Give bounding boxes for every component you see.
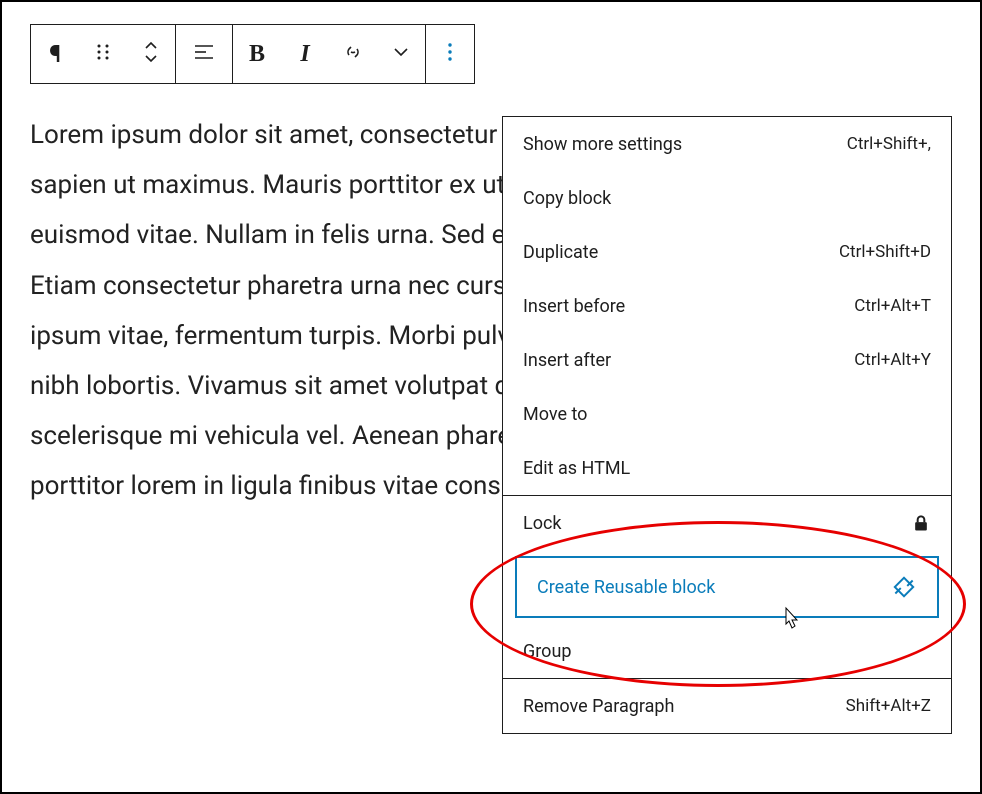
kebab-icon [438,40,462,68]
menu-label: Insert before [523,296,625,317]
bold-button[interactable]: B [233,25,281,83]
bold-icon: B [249,41,265,68]
italic-icon: I [300,41,309,68]
menu-label: Duplicate [523,242,598,263]
menu-label: Remove Paragraph [523,696,674,717]
menu-label: Move to [523,404,587,425]
menu-label: Copy block [523,188,611,209]
menu-item-remove-paragraph[interactable]: Remove Paragraph Shift+Alt+Z [503,679,951,733]
drag-handle-button[interactable] [79,25,127,83]
chevron-down-icon [389,40,413,68]
more-format-button[interactable] [377,25,425,83]
menu-section-2: Lock Create Reusable block Group [503,496,951,679]
menu-item-group[interactable]: Group [503,624,951,678]
menu-item-edit-as-html[interactable]: Edit as HTML [503,441,951,495]
menu-shortcut: Ctrl+Alt+T [854,296,931,316]
menu-item-move-to[interactable]: Move to [503,387,951,441]
menu-label: Lock [523,513,562,534]
drag-icon [91,40,115,68]
toolbar-group-options [425,24,475,84]
menu-label: Create Reusable block [537,577,715,598]
block-options-menu: Show more settings Ctrl+Shift+, Copy bloc… [502,116,952,734]
menu-item-copy-block[interactable]: Copy block [503,171,951,225]
menu-shortcut: Ctrl+Shift+, [847,134,931,154]
reusable-icon [891,574,917,600]
menu-item-insert-after[interactable]: Insert after Ctrl+Alt+Y [503,333,951,387]
editor-frame: ¶ B I Lorem ipsum dolor sit amet, consec… [0,0,982,794]
link-button[interactable] [329,25,377,83]
menu-label: Group [523,641,571,662]
lock-icon [911,513,931,533]
mover-icon [139,40,163,68]
menu-item-insert-before[interactable]: Insert before Ctrl+Alt+T [503,279,951,333]
block-toolbar: ¶ B I [30,24,980,84]
move-up-down-button[interactable] [127,25,175,83]
menu-shortcut: Shift+Alt+Z [846,696,931,716]
paragraph-icon: ¶ [49,40,61,68]
menu-section-1: Show more settings Ctrl+Shift+, Copy bloc… [503,117,951,496]
menu-label: Edit as HTML [523,458,630,479]
menu-item-lock[interactable]: Lock [503,496,951,550]
menu-section-3: Remove Paragraph Shift+Alt+Z [503,679,951,733]
menu-item-create-reusable-block[interactable]: Create Reusable block [515,556,939,618]
menu-label: Show more settings [523,134,682,155]
align-left-icon [192,40,216,68]
menu-item-duplicate[interactable]: Duplicate Ctrl+Shift+D [503,225,951,279]
link-icon [341,40,365,68]
align-button[interactable] [176,25,232,83]
menu-shortcut: Ctrl+Alt+Y [854,350,931,370]
block-type-button[interactable]: ¶ [31,25,79,83]
menu-label: Insert after [523,350,611,371]
menu-item-show-more-settings[interactable]: Show more settings Ctrl+Shift+, [503,117,951,171]
menu-shortcut: Ctrl+Shift+D [839,242,931,262]
toolbar-group-block: ¶ [30,24,176,84]
toolbar-group-align [175,24,233,84]
italic-button[interactable]: I [281,25,329,83]
toolbar-group-format: B I [232,24,426,84]
options-button[interactable] [426,25,474,83]
